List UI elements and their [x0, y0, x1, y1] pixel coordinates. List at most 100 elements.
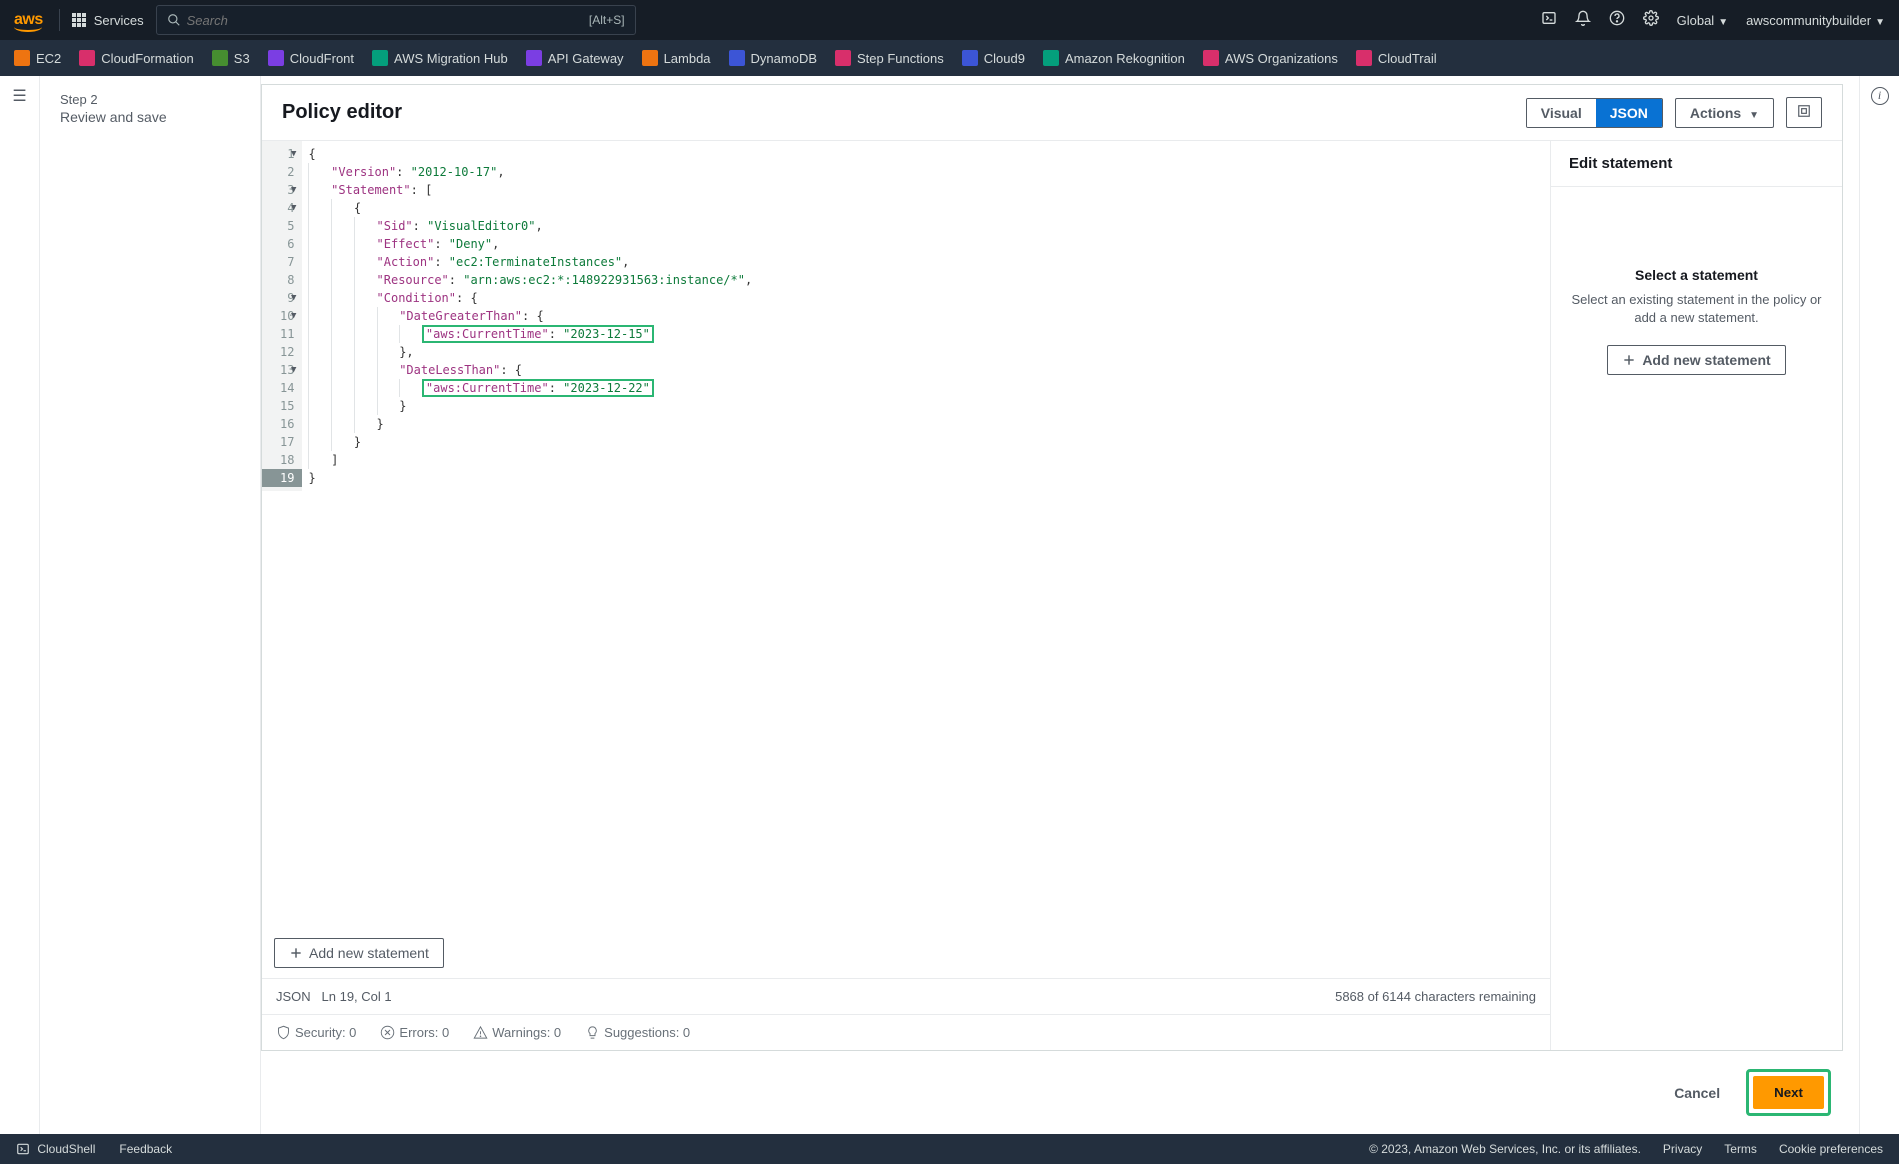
favorite-cloudfront[interactable]: CloudFront	[268, 50, 354, 66]
console-footer: CloudShell Feedback © 2023, Amazon Web S…	[0, 1134, 1899, 1164]
help-rail: i	[1859, 76, 1899, 1134]
service-icon	[962, 50, 978, 66]
search-shortcut: [Alt+S]	[589, 13, 625, 27]
aws-logo[interactable]: aws	[14, 11, 43, 29]
favorite-label: EC2	[36, 51, 61, 66]
favorite-lambda[interactable]: Lambda	[642, 50, 711, 66]
favorite-amazon-rekognition[interactable]: Amazon Rekognition	[1043, 50, 1185, 66]
settings-icon[interactable]	[1643, 10, 1659, 30]
service-icon	[642, 50, 658, 66]
favorite-aws-organizations[interactable]: AWS Organizations	[1203, 50, 1338, 66]
lightbulb-icon	[585, 1025, 600, 1040]
account-menu[interactable]: awscommunitybuilder▼	[1746, 13, 1885, 28]
wizard-steps: Step 2 Review and save	[40, 76, 260, 1134]
select-statement-desc: Select an existing statement in the poli…	[1571, 291, 1822, 327]
service-icon	[79, 50, 95, 66]
cursor-position: Ln 19, Col 1	[322, 989, 392, 1004]
error-icon	[380, 1025, 395, 1040]
terms-link[interactable]: Terms	[1724, 1142, 1757, 1156]
favorite-label: AWS Migration Hub	[394, 51, 508, 66]
char-count: 5868 of 6144 characters remaining	[1335, 989, 1536, 1004]
favorite-step-functions[interactable]: Step Functions	[835, 50, 944, 66]
panel-title: Policy editor	[282, 101, 402, 124]
favorite-label: DynamoDB	[751, 51, 817, 66]
service-icon	[835, 50, 851, 66]
step-number: Step 2	[60, 92, 240, 107]
favorite-cloudtrail[interactable]: CloudTrail	[1356, 50, 1437, 66]
service-icon	[268, 50, 284, 66]
favorite-label: Cloud9	[984, 51, 1025, 66]
step-title: Review and save	[60, 109, 240, 125]
favorite-dynamodb[interactable]: DynamoDB	[729, 50, 817, 66]
next-button[interactable]: Next	[1753, 1076, 1824, 1109]
favorite-label: Step Functions	[857, 51, 944, 66]
suggestions-count[interactable]: Suggestions: 0	[585, 1025, 690, 1040]
next-highlight: Next	[1746, 1069, 1831, 1116]
service-icon	[372, 50, 388, 66]
divider	[59, 9, 60, 31]
favorite-api-gateway[interactable]: API Gateway	[526, 50, 624, 66]
edit-statement-panel: Edit statement Select a statement Select…	[1550, 141, 1842, 1050]
side-add-new-statement-button[interactable]: Add new statement	[1607, 345, 1785, 375]
fullscreen-button[interactable]	[1786, 97, 1822, 128]
code-editor[interactable]: 1▼23▼4▼56789▼10▼111213▼141516171819 { "V…	[262, 141, 1550, 1050]
select-statement-title: Select a statement	[1571, 267, 1822, 283]
search-input[interactable]	[187, 13, 589, 28]
favorite-label: Amazon Rekognition	[1065, 51, 1185, 66]
menu-toggle-icon[interactable]: ☰	[12, 86, 26, 106]
favorite-aws-migration-hub[interactable]: AWS Migration Hub	[372, 50, 508, 66]
global-nav: aws Services [Alt+S] Global▼ awscommunit…	[0, 0, 1899, 40]
favorite-label: AWS Organizations	[1225, 51, 1338, 66]
favorite-label: Lambda	[664, 51, 711, 66]
service-icon	[212, 50, 228, 66]
favorites-bar: EC2 CloudFormation S3 CloudFront AWS Migrati…	[0, 40, 1899, 76]
feedback-link[interactable]: Feedback	[119, 1142, 172, 1156]
actions-menu[interactable]: Actions ▼	[1675, 98, 1774, 128]
info-icon[interactable]: i	[1871, 87, 1889, 105]
help-icon[interactable]	[1609, 10, 1625, 30]
favorite-ec2[interactable]: EC2	[14, 50, 61, 66]
service-icon	[1356, 50, 1372, 66]
cookie-prefs-link[interactable]: Cookie preferences	[1779, 1142, 1883, 1156]
visual-tab[interactable]: Visual	[1527, 99, 1596, 127]
wizard-footer: Cancel Next	[261, 1051, 1843, 1134]
search-box[interactable]: [Alt+S]	[156, 5, 636, 35]
json-tab[interactable]: JSON	[1596, 99, 1662, 127]
favorite-cloudformation[interactable]: CloudFormation	[79, 50, 194, 66]
region-selector[interactable]: Global▼	[1677, 13, 1728, 28]
editor-mode-label: JSON	[276, 989, 311, 1004]
security-count[interactable]: Security: 0	[276, 1025, 356, 1040]
privacy-link[interactable]: Privacy	[1663, 1142, 1702, 1156]
search-icon	[167, 13, 181, 27]
diagnostics-bar: Security: 0 Errors: 0 Warnings: 0 Sugges…	[262, 1014, 1550, 1050]
errors-count[interactable]: Errors: 0	[380, 1025, 449, 1040]
service-icon	[526, 50, 542, 66]
notifications-icon[interactable]	[1575, 10, 1591, 30]
add-new-statement-button[interactable]: Add new statement	[274, 938, 444, 968]
fullscreen-icon	[1797, 104, 1811, 118]
editor-mode-toggle: Visual JSON	[1526, 98, 1663, 128]
cloudshell-icon[interactable]	[1541, 10, 1557, 30]
cancel-button[interactable]: Cancel	[1658, 1069, 1736, 1116]
favorite-cloud9[interactable]: Cloud9	[962, 50, 1025, 66]
favorite-label: CloudFront	[290, 51, 354, 66]
side-panel-heading: Edit statement	[1551, 141, 1842, 187]
favorite-s3[interactable]: S3	[212, 50, 250, 66]
warnings-count[interactable]: Warnings: 0	[473, 1025, 561, 1040]
warning-icon	[473, 1025, 488, 1040]
favorite-label: S3	[234, 51, 250, 66]
service-icon	[729, 50, 745, 66]
copyright-text: © 2023, Amazon Web Services, Inc. or its…	[1369, 1142, 1641, 1156]
favorite-label: API Gateway	[548, 51, 624, 66]
grid-icon	[72, 13, 86, 27]
plus-icon	[289, 946, 303, 960]
cloudshell-icon	[16, 1142, 30, 1156]
services-menu[interactable]: Services	[72, 13, 144, 28]
cloudshell-link[interactable]: CloudShell	[16, 1142, 95, 1156]
service-icon	[1203, 50, 1219, 66]
service-icon	[14, 50, 30, 66]
left-rail: ☰	[0, 76, 40, 1134]
shield-icon	[276, 1025, 291, 1040]
plus-icon	[1622, 353, 1636, 367]
editor-status-bar: JSON Ln 19, Col 1 5868 of 6144 character…	[262, 978, 1550, 1014]
